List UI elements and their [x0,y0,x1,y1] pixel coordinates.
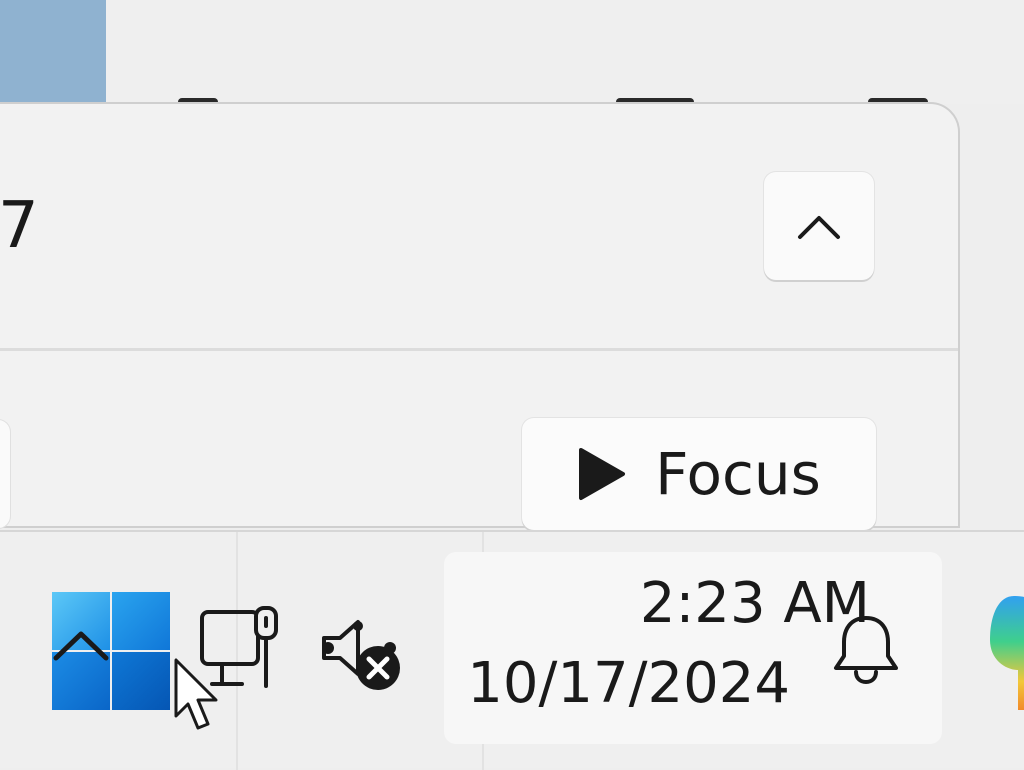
windows-logo-tile [112,592,170,650]
chevron-up-icon [798,216,840,239]
flyout-divider [0,348,958,351]
focus-button[interactable]: Focus [522,418,876,530]
focus-button-label: Focus [655,440,821,508]
background-window [0,0,106,104]
clock-date: 10/17/2024 [467,651,790,716]
collapse-calendar-button[interactable] [764,172,874,280]
flyout-date-header: 7 [0,189,39,263]
copilot-icon[interactable] [984,590,1024,710]
flyout-button[interactable] [0,420,10,528]
background-app-area [106,0,1024,104]
play-icon [579,448,626,500]
volume-muted-icon[interactable] [318,616,404,692]
chevron-up-icon[interactable] [52,624,110,664]
mouse-cursor-icon [174,658,218,730]
bell-icon[interactable] [830,612,902,686]
windows-logo-tile [112,652,170,710]
